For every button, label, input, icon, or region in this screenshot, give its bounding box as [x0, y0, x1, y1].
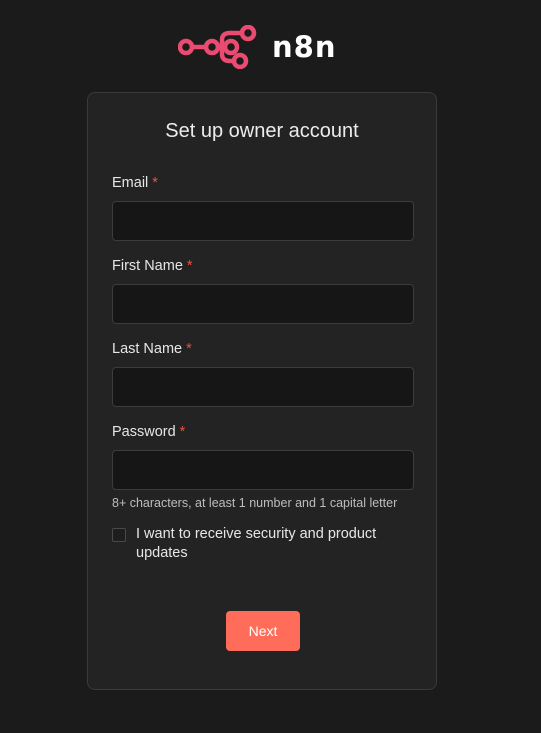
password-hint: 8+ characters, at least 1 number and 1 c…: [112, 496, 398, 510]
password-label: Password *: [112, 424, 186, 440]
updates-checkbox[interactable]: [112, 528, 126, 542]
required-marker: *: [179, 424, 186, 440]
password-field[interactable]: [112, 450, 414, 490]
brand-name: n8n: [272, 29, 337, 64]
last-name-label: Last Name *: [112, 341, 192, 357]
first-name-field[interactable]: [112, 284, 414, 324]
page-title: Set up owner account: [165, 120, 359, 142]
required-marker: *: [186, 258, 193, 274]
updates-checkbox-label[interactable]: I want to receive security and product u…: [136, 525, 406, 563]
n8n-logo-icon: [178, 25, 257, 69]
required-marker: *: [186, 341, 192, 357]
email-label: Email *: [112, 175, 158, 191]
owner-setup-card: Set up owner account Email * First Name * …: [87, 92, 437, 690]
last-name-field[interactable]: [112, 367, 414, 407]
email-field[interactable]: [112, 201, 414, 241]
required-marker: *: [152, 175, 158, 191]
first-name-label: First Name *: [112, 258, 193, 274]
brand-logo: n8n: [178, 25, 336, 69]
next-button[interactable]: Next: [226, 611, 300, 651]
